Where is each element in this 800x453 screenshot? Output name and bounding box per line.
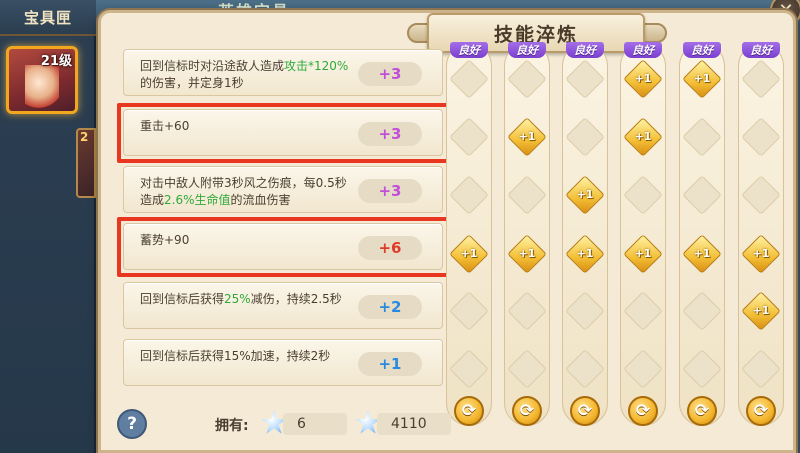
attribute-card: 回到信标后获得25%减伤，持续2.5秒 +2	[123, 282, 443, 329]
refine-column: 良好 +1 +1 ⟳	[679, 42, 725, 426]
refine-column: 良好 +1 +1 ⟳	[738, 42, 784, 426]
empty-slot-icon	[565, 291, 605, 331]
quality-tag: 良好	[742, 42, 780, 58]
treasure-art-icon	[25, 65, 59, 109]
attribute-highlight-value: 25%	[224, 292, 251, 306]
refresh-icon[interactable]: ⟳	[512, 396, 542, 426]
attribute-card: 回到信标时对沿途敌人造成攻击*120% 的伤害，并定身1秒 +3	[123, 49, 443, 96]
slot-bonus-label: +1	[576, 247, 594, 260]
empty-slot-icon	[741, 59, 781, 99]
slot-bonus-label: +1	[460, 247, 478, 260]
refresh-icon[interactable]: ⟳	[687, 396, 717, 426]
empty-slot-icon	[623, 175, 663, 215]
attribute-text-part: 回到信标时对沿途敌人造成	[140, 59, 285, 73]
slot-bonus-label: +1	[634, 247, 652, 260]
attribute-bonus-value: +1	[358, 352, 422, 376]
attribute-bonus-value: +2	[358, 295, 422, 319]
attribute-highlight-value: 攻击*120%	[284, 59, 349, 73]
attribute-bonus-value: +3	[358, 62, 422, 86]
quality-tag: 良好	[450, 42, 488, 58]
refine-column: 良好 +1 ⟳	[446, 42, 492, 426]
refresh-icon[interactable]: ⟳	[746, 396, 776, 426]
refine-stone-small-count: 6	[283, 413, 347, 435]
treasure-level-label: 21级	[40, 54, 72, 69]
empty-slot-icon	[741, 117, 781, 157]
empty-slot-icon	[449, 349, 489, 389]
refresh-icon[interactable]: ⟳	[454, 396, 484, 426]
empty-slot-icon	[449, 117, 489, 157]
sidebar-title: 宝具匣	[0, 0, 96, 36]
highlight-frame	[117, 217, 451, 277]
refine-column: 良好 +1 +1 ⟳	[562, 42, 608, 426]
empty-slot-icon	[682, 349, 722, 389]
empty-slot-icon	[507, 349, 547, 389]
slot-bonus-label: +1	[634, 72, 652, 85]
background-sidebar: 宝具匣 21级 2	[0, 0, 96, 453]
empty-slot-icon	[623, 349, 663, 389]
empty-slot-icon	[565, 117, 605, 157]
empty-slot-icon	[682, 175, 722, 215]
empty-slot-icon	[682, 291, 722, 331]
attribute-description: 回到信标后获得25%减伤，持续2.5秒	[140, 291, 358, 308]
empty-slot-icon	[565, 59, 605, 99]
attribute-text-part: 的伤害，并定身1秒	[140, 76, 244, 90]
empty-slot-icon	[507, 291, 547, 331]
slot-bonus-label: +1	[693, 72, 711, 85]
highlight-frame	[117, 103, 451, 163]
slot-bonus-label: +1	[693, 247, 711, 260]
empty-slot-icon	[565, 349, 605, 389]
attribute-description: 回到信标后获得15%加速，持续2秒	[140, 348, 358, 365]
empty-slot-icon	[449, 59, 489, 99]
empty-slot-icon	[507, 59, 547, 99]
quality-tag: 良好	[683, 42, 721, 58]
attribute-bonus-value: +3	[358, 179, 422, 203]
attribute-text-part: 回到信标后获得15%加速，持续2秒	[140, 349, 331, 363]
empty-slot-icon	[741, 349, 781, 389]
attribute-card: 对击中敌人附带3秒风之伤痕，每0.5秒造成2.6%生命值的流血伤害 +3	[123, 166, 443, 213]
refine-stone-large-count: 4110	[377, 413, 451, 435]
slot-bonus-label: +1	[752, 304, 770, 317]
attribute-description: 回到信标时对沿途敌人造成攻击*120% 的伤害，并定身1秒	[140, 58, 358, 92]
treasure-slot-2[interactable]: 2	[76, 128, 96, 198]
attribute-text-part: 的流血伤害	[230, 193, 291, 207]
empty-slot-icon	[741, 175, 781, 215]
empty-slot-icon	[507, 175, 547, 215]
selected-treasure-slot[interactable]: 21级	[6, 46, 78, 114]
attribute-card: 回到信标后获得15%加速，持续2秒 +1	[123, 339, 443, 386]
refresh-icon[interactable]: ⟳	[628, 396, 658, 426]
attribute-text-part: 减伤，持续2.5秒	[250, 292, 342, 306]
own-label: 拥有:	[215, 418, 249, 434]
slot-bonus-label: +1	[576, 188, 594, 201]
empty-slot-icon	[449, 175, 489, 215]
refine-column: 良好 +1 +1 +1 ⟳	[620, 42, 666, 426]
attribute-description: 对击中敌人附带3秒风之伤痕，每0.5秒造成2.6%生命值的流血伤害	[140, 175, 358, 209]
slot-bonus-label: +1	[752, 247, 770, 260]
attribute-highlight-value: 2.6%生命值	[164, 193, 231, 207]
empty-slot-icon	[449, 291, 489, 331]
empty-slot-icon	[682, 117, 722, 157]
refresh-icon[interactable]: ⟳	[570, 396, 600, 426]
refine-column: 良好 +1 +1 ⟳	[504, 42, 550, 426]
quality-tag: 良好	[508, 42, 546, 58]
help-icon[interactable]: ?	[117, 409, 147, 439]
slot-bonus-label: +1	[518, 130, 536, 143]
empty-slot-icon	[623, 291, 663, 331]
quality-tag: 良好	[624, 42, 662, 58]
attribute-text-part: 回到信标后获得	[140, 292, 225, 306]
quality-tag: 良好	[566, 42, 604, 58]
slot-bonus-label: +1	[518, 247, 536, 260]
skill-refine-dialog: 技能淬炼 回到信标时对沿途敌人造成攻击*120%的伤害，并定身1秒 +3 重击+60…	[98, 10, 796, 453]
slot-bonus-label: +1	[634, 130, 652, 143]
